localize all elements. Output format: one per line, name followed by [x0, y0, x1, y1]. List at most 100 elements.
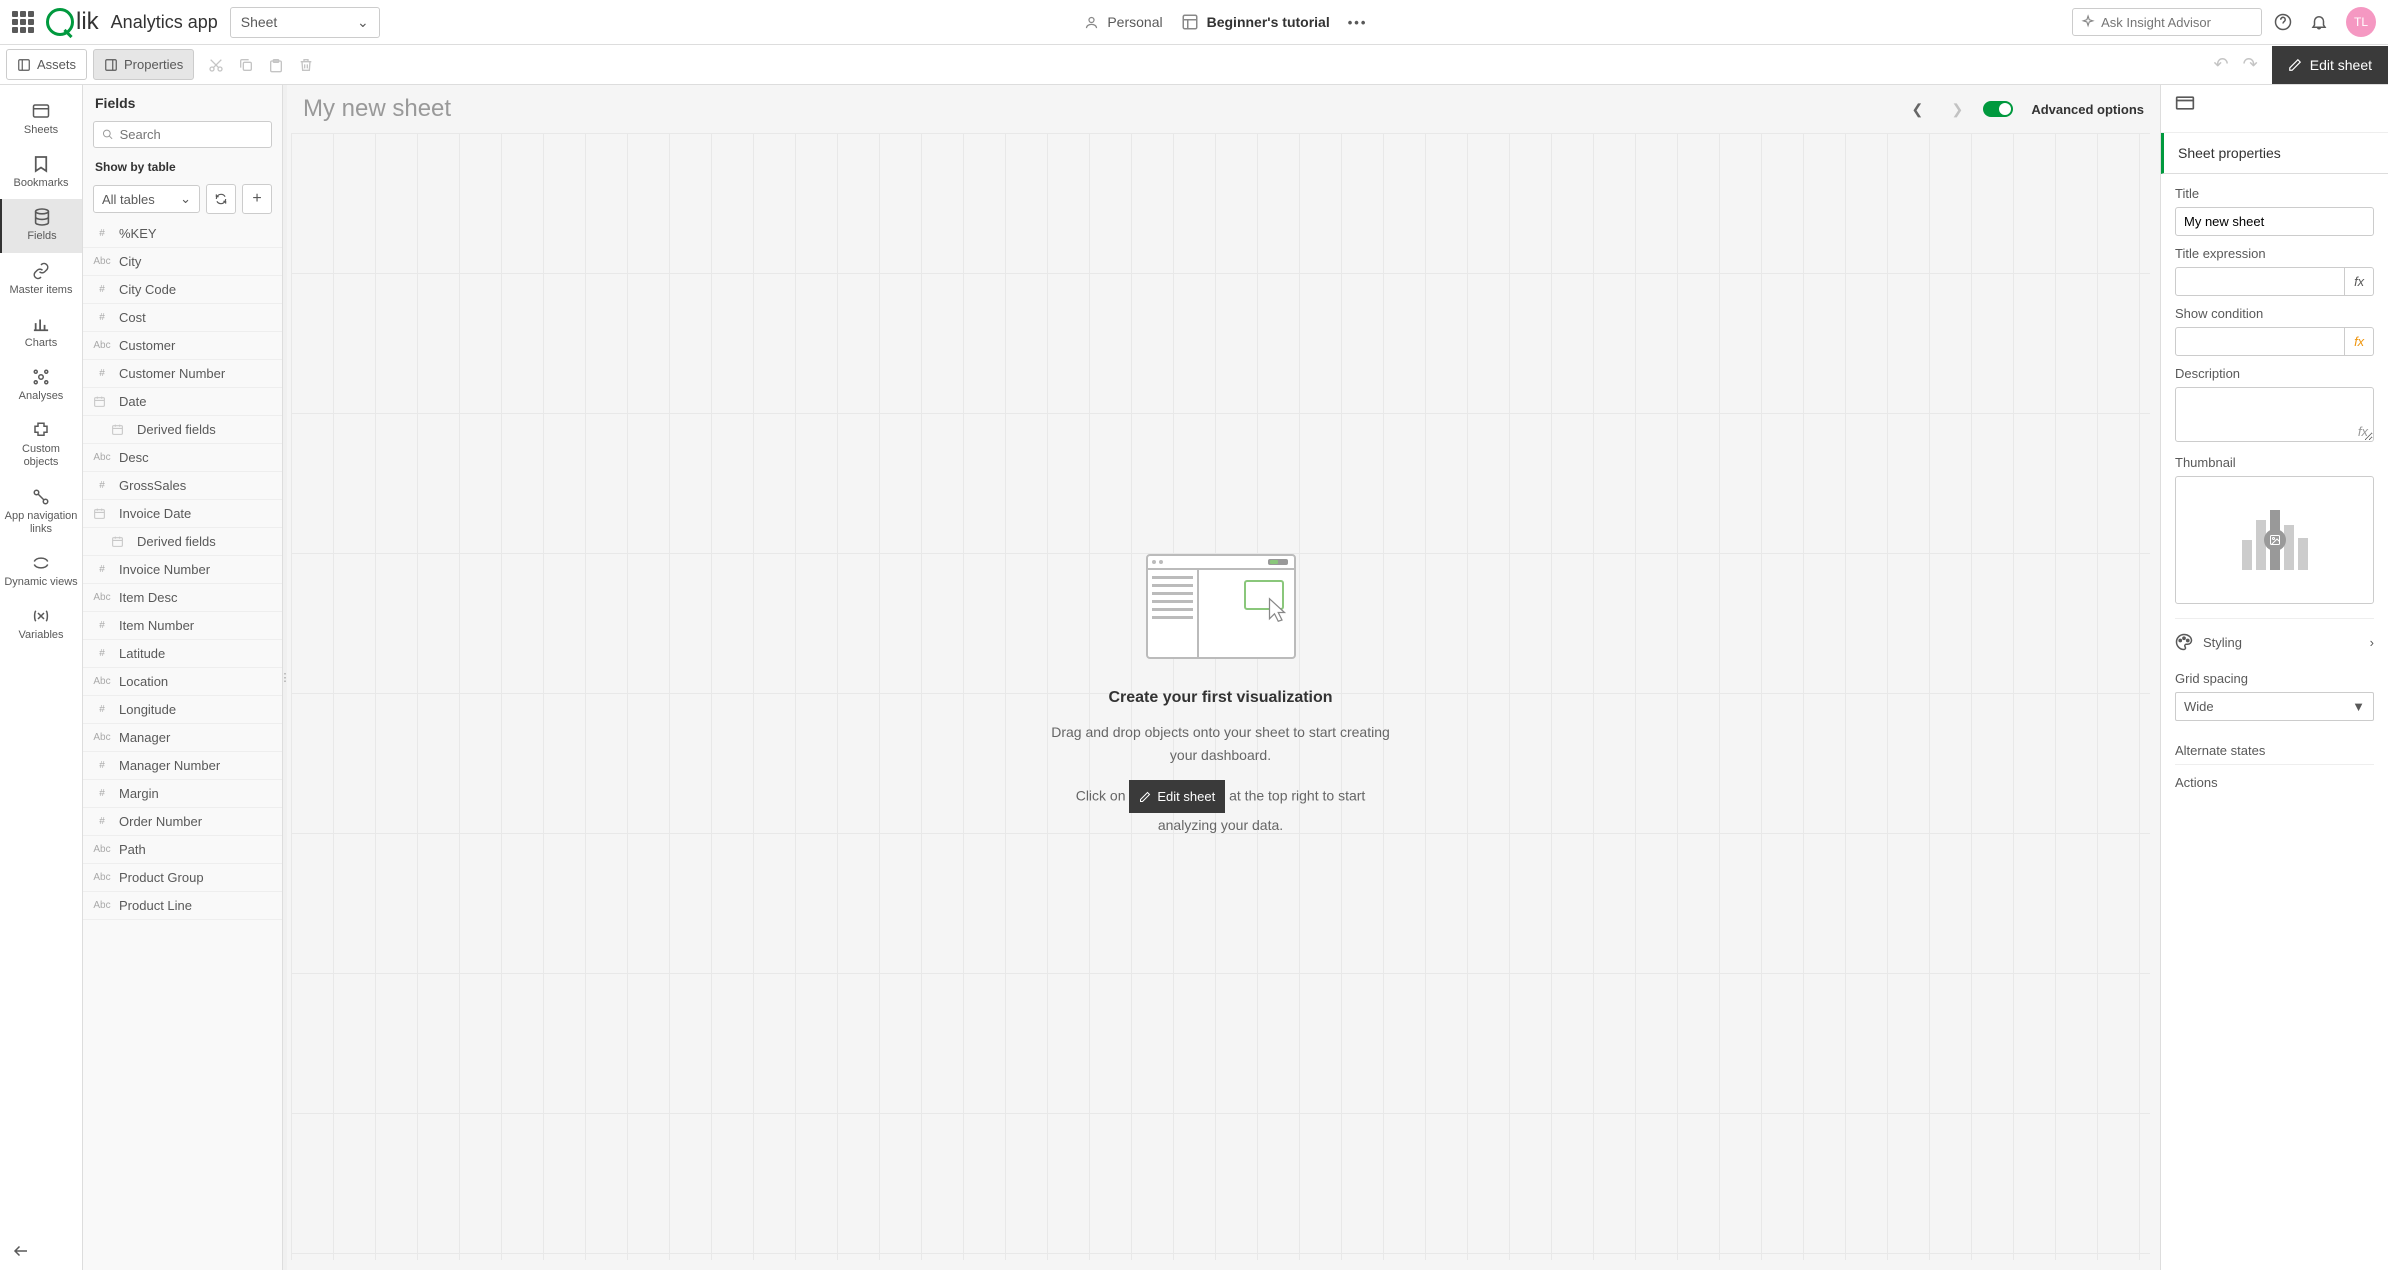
more-icon[interactable]: •••	[1348, 15, 1368, 30]
field-type-icon: Abc	[93, 732, 111, 743]
props-header: Sheet properties	[2161, 133, 2388, 174]
nav-bookmarks[interactable]: Bookmarks	[0, 146, 82, 199]
left-nav: Sheets Bookmarks Fields Master items Cha…	[0, 85, 83, 1270]
field-item[interactable]: AbcPath	[83, 836, 282, 864]
avatar[interactable]: TL	[2346, 7, 2376, 37]
insight-input[interactable]	[2101, 15, 2253, 30]
field-type-icon: Abc	[93, 844, 111, 855]
fx-icon[interactable]: fx	[2358, 424, 2368, 439]
field-item[interactable]: #Longitude	[83, 696, 282, 724]
app-launcher-icon[interactable]	[12, 11, 34, 33]
field-item[interactable]: Derived fields	[83, 528, 282, 556]
field-name: Desc	[119, 450, 149, 465]
nav-charts[interactable]: Charts	[0, 306, 82, 359]
nav-app-links[interactable]: App navigation links	[0, 479, 82, 545]
fx-button-orange[interactable]: fx	[2345, 327, 2374, 356]
sheet-tab-icon[interactable]	[2175, 95, 2195, 111]
fields-search-input[interactable]	[120, 127, 263, 142]
actions-section[interactable]: Actions	[2175, 764, 2374, 794]
canvas-grid[interactable]: Create your first visualization Drag and…	[291, 133, 2150, 1260]
field-item[interactable]: #Invoice Number	[83, 556, 282, 584]
field-item[interactable]: Invoice Date	[83, 500, 282, 528]
alternate-label: Alternate states	[2175, 743, 2265, 758]
prev-sheet-button[interactable]: ❮	[1903, 95, 1931, 123]
nav-sheets[interactable]: Sheets	[0, 93, 82, 146]
user-icon	[1084, 15, 1099, 30]
nav-analyses[interactable]: Analyses	[0, 359, 82, 412]
thumbnail-box[interactable]	[2175, 476, 2374, 604]
nav-master-items[interactable]: Master items	[0, 253, 82, 306]
field-name: Item Desc	[119, 590, 178, 605]
cut-icon[interactable]	[208, 57, 224, 73]
show-cond-input[interactable]	[2175, 327, 2345, 356]
field-type-icon: #	[93, 816, 111, 827]
help-icon[interactable]	[2274, 13, 2292, 31]
field-type-icon: Abc	[93, 592, 111, 603]
nav-custom-objects[interactable]: Custom objects	[0, 412, 82, 478]
fields-search[interactable]	[93, 121, 272, 148]
field-item[interactable]: AbcDesc	[83, 444, 282, 472]
field-item[interactable]: AbcCity	[83, 248, 282, 276]
styling-section[interactable]: Styling ›	[2175, 618, 2374, 665]
field-item[interactable]: #Manager Number	[83, 752, 282, 780]
empty-click-label: Click on	[1076, 788, 1126, 804]
tutorial-link[interactable]: Beginner's tutorial	[1181, 13, 1330, 31]
field-item[interactable]: #Item Number	[83, 612, 282, 640]
nav-fields[interactable]: Fields	[0, 199, 82, 252]
field-item[interactable]: #GrossSales	[83, 472, 282, 500]
field-item[interactable]: AbcManager	[83, 724, 282, 752]
field-item[interactable]: Date	[83, 388, 282, 416]
properties-button[interactable]: Properties	[93, 49, 194, 80]
fx-button[interactable]: fx	[2345, 267, 2374, 296]
nav-variables[interactable]: Variables	[0, 598, 82, 651]
toolbar: Assets Properties ↶ ↷ Edit sheet	[0, 45, 2388, 85]
delete-icon[interactable]	[298, 57, 314, 73]
assets-button[interactable]: Assets	[6, 49, 87, 80]
alternate-section[interactable]: Alternate states	[2175, 729, 2374, 764]
field-item[interactable]: AbcLocation	[83, 668, 282, 696]
add-button[interactable]: +	[242, 184, 272, 214]
field-item[interactable]: #Customer Number	[83, 360, 282, 388]
thumbnail-label: Thumbnail	[2175, 455, 2374, 470]
field-item[interactable]: #City Code	[83, 276, 282, 304]
field-item[interactable]: AbcProduct Group	[83, 864, 282, 892]
grid-spacing-select[interactable]: Wide ▼	[2175, 692, 2374, 721]
collapse-button[interactable]	[0, 1232, 82, 1270]
undo-icon[interactable]: ↶	[2214, 54, 2229, 75]
insight-search[interactable]	[2072, 8, 2262, 36]
field-item[interactable]: AbcCustomer	[83, 332, 282, 360]
pencil-icon	[1139, 791, 1151, 803]
sheet-dropdown[interactable]: Sheet ⌄	[230, 7, 380, 38]
redo-icon[interactable]: ↷	[2243, 54, 2258, 75]
refresh-button[interactable]	[206, 184, 236, 214]
paste-icon[interactable]	[268, 57, 284, 73]
title-expr-input[interactable]	[2175, 267, 2345, 296]
nav-fields-label: Fields	[27, 230, 56, 243]
field-item[interactable]: Derived fields	[83, 416, 282, 444]
tables-dropdown[interactable]: All tables ⌄	[93, 185, 200, 213]
title-label: Title	[2175, 186, 2374, 201]
title-input[interactable]	[2175, 207, 2374, 236]
field-name: City	[119, 254, 141, 269]
personal-link[interactable]: Personal	[1084, 14, 1162, 30]
field-item[interactable]: #Latitude	[83, 640, 282, 668]
field-list[interactable]: #%KEYAbcCity#City Code#CostAbcCustomer#C…	[83, 220, 282, 1270]
description-input[interactable]	[2175, 387, 2374, 442]
copy-icon[interactable]	[238, 57, 254, 73]
field-item[interactable]: #Order Number	[83, 808, 282, 836]
field-item[interactable]: Abc Item Desc	[83, 584, 282, 612]
field-name: Manager Number	[119, 758, 220, 773]
next-sheet-button[interactable]: ❯	[1943, 95, 1971, 123]
advanced-toggle[interactable]	[1983, 101, 2013, 117]
field-item[interactable]: AbcProduct Line	[83, 892, 282, 920]
nav-dynamic-views[interactable]: Dynamic views	[0, 545, 82, 598]
field-name: Location	[119, 674, 168, 689]
field-item[interactable]: #Cost	[83, 304, 282, 332]
edit-sheet-button[interactable]: Edit sheet	[2272, 46, 2388, 84]
field-item[interactable]: #%KEY	[83, 220, 282, 248]
bell-icon[interactable]	[2310, 13, 2328, 31]
inline-edit-button: Edit sheet	[1129, 780, 1225, 813]
grid-spacing-label: Grid spacing	[2175, 671, 2374, 686]
field-type-icon: #	[93, 620, 111, 631]
field-item[interactable]: #Margin	[83, 780, 282, 808]
